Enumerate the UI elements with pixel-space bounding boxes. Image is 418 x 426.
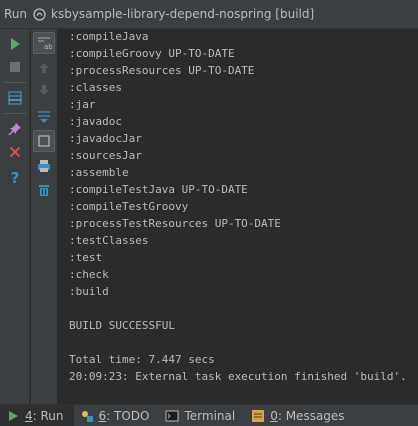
- console-line: :sourcesJar: [69, 149, 142, 162]
- tool-window-bar: 4: Run 6: TODO Terminal 0: Messages: [0, 404, 418, 426]
- run-title-bar: Run ksbysample-library-depend-nospring […: [0, 0, 418, 29]
- console-line: :compileTestGroovy: [69, 200, 189, 213]
- console-line: :build: [69, 285, 109, 298]
- tab-terminal-label: Terminal: [184, 408, 236, 423]
- toolbar-separator: [4, 82, 26, 83]
- layout-icon: [8, 91, 22, 105]
- scroll-to-end-button[interactable]: [33, 106, 55, 128]
- svg-text:?: ?: [11, 169, 20, 185]
- layout-icon: [37, 134, 51, 148]
- previous-occurrence-button[interactable]: [33, 57, 55, 79]
- soft-wrap-button[interactable]: ab: [33, 32, 55, 54]
- console-line: 20:09:23: External task execution finish…: [69, 370, 407, 383]
- stop-icon: [9, 61, 21, 73]
- close-icon: [9, 146, 21, 158]
- tab-messages-mnemonic: 0: [270, 408, 278, 423]
- console-line: :processTestResources UP-TO-DATE: [69, 217, 281, 230]
- console-line: :javadocJar: [69, 132, 142, 145]
- help-button[interactable]: ?: [4, 166, 26, 188]
- run-toolbar: ?: [0, 29, 30, 404]
- console-toolbar: ab: [31, 29, 58, 404]
- tab-run[interactable]: 4: Run: [0, 405, 74, 426]
- rerun-button[interactable]: [4, 33, 26, 55]
- pin-tab-button[interactable]: [4, 118, 26, 140]
- close-button[interactable]: [4, 141, 26, 163]
- tab-run-label: : Run: [32, 408, 64, 423]
- run-label: Run: [4, 7, 28, 21]
- console-line: :assemble: [69, 166, 129, 179]
- print-button[interactable]: [33, 155, 55, 177]
- svg-text:ab: ab: [44, 43, 52, 51]
- help-icon: ?: [8, 169, 22, 185]
- print-icon: [37, 159, 51, 173]
- console-line: :javadoc: [69, 115, 122, 128]
- console-line: Total time: 7.447 secs: [69, 353, 215, 366]
- up-arrow-icon: [38, 62, 50, 74]
- console-line: :test: [69, 251, 103, 264]
- next-occurrence-button[interactable]: [33, 79, 55, 101]
- console-line: :classes: [69, 81, 122, 94]
- console-line: :processResources UP-TO-DATE: [69, 64, 255, 77]
- restore-layout-button[interactable]: [4, 87, 26, 109]
- console-output[interactable]: :compileJava :compileGroovy UP-TO-DATE :pr…: [59, 29, 418, 404]
- tab-todo-label: : TODO: [106, 408, 150, 423]
- clear-all-button[interactable]: [33, 179, 55, 201]
- todo-icon: [80, 409, 94, 423]
- run-icon: [6, 409, 20, 423]
- run-config-name[interactable]: ksbysample-library-depend-nospring [buil…: [51, 7, 314, 21]
- rerun-icon: [8, 37, 22, 51]
- console-line: BUILD SUCCESSFUL: [69, 319, 175, 332]
- tab-run-mnemonic: 4: [25, 408, 33, 423]
- clear-all-icon: [37, 183, 51, 197]
- use-soft-wraps-button[interactable]: [33, 130, 55, 152]
- terminal-icon: [165, 409, 179, 423]
- console-line: :check: [69, 268, 109, 281]
- messages-icon: [251, 409, 265, 423]
- tab-todo[interactable]: 6: TODO: [74, 405, 160, 426]
- down-arrow-icon: [38, 84, 50, 96]
- console-line: :compileJava: [69, 30, 149, 43]
- tab-messages-label: : Messages: [277, 408, 345, 423]
- console-line: :compileTestJava UP-TO-DATE: [69, 183, 248, 196]
- gradle-icon: [33, 7, 46, 21]
- stop-button[interactable]: [4, 56, 26, 78]
- console-line: :jar: [69, 98, 96, 111]
- scroll-to-end-icon: [36, 109, 52, 125]
- tab-messages[interactable]: 0: Messages: [245, 405, 354, 426]
- toolbar-separator: [4, 113, 26, 114]
- tab-terminal[interactable]: Terminal: [159, 405, 245, 426]
- console-line: :testClasses: [69, 234, 149, 247]
- soft-wrap-icon: ab: [36, 35, 52, 51]
- console-line: :compileGroovy UP-TO-DATE: [69, 47, 235, 60]
- tab-todo-mnemonic: 6: [98, 408, 107, 423]
- pin-icon: [8, 122, 22, 136]
